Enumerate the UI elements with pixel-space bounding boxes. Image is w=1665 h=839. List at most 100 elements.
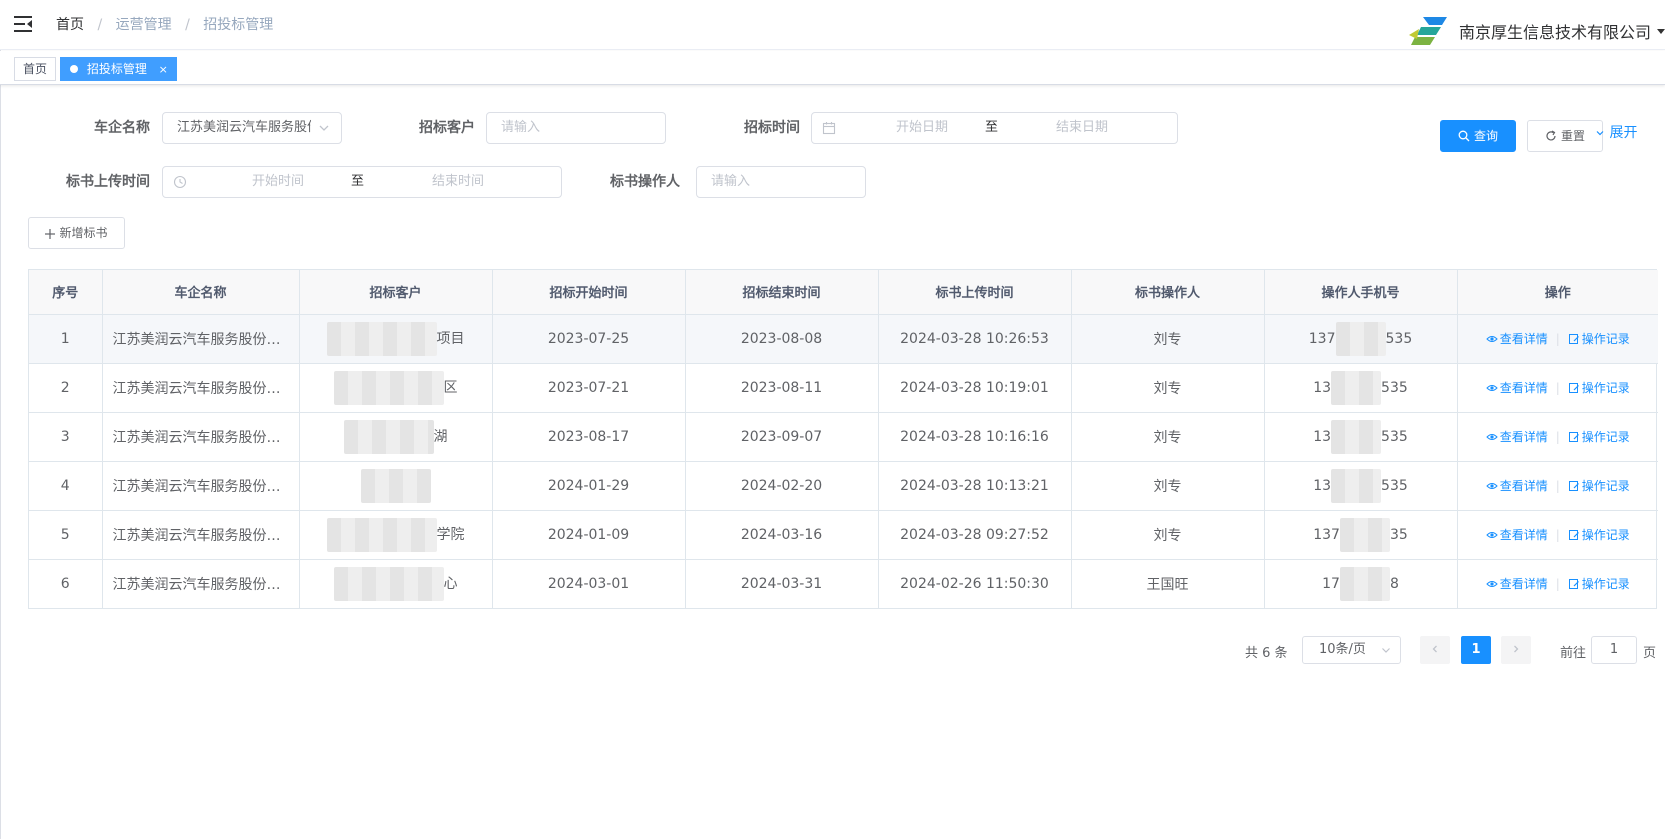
column-header: 标书操作人: [1071, 270, 1265, 315]
table-row: 6江苏美润云汽车服务股份有限公司 心 2024-03-012024-03-31202…: [29, 559, 1658, 608]
column-header: 招标结束时间: [685, 270, 879, 315]
prev-page-button[interactable]: [1420, 636, 1450, 664]
bid-date-range-picker[interactable]: 开始日期 至 结束日期: [811, 112, 1178, 144]
eye-icon: [1485, 385, 1498, 391]
breadcrumb-separator: /: [97, 17, 103, 33]
breadcrumb-home[interactable]: 首页: [56, 17, 84, 33]
operation-log-label: 操作记录: [1581, 381, 1630, 395]
operation-log-link[interactable]: 操作记录: [1568, 528, 1630, 542]
table-row: 5江苏美润云汽车服务股份有限公司 学院 2024-01-092024-03-1620…: [29, 510, 1658, 560]
view-details-label: 查看详情: [1499, 528, 1548, 542]
cell-phone-prefix: 13: [1313, 428, 1332, 445]
view-details-label: 查看详情: [1499, 430, 1548, 444]
cell-company: 江苏美润云汽车服务股份有限公司: [102, 363, 300, 413]
cell-phone-prefix: 137: [1308, 330, 1336, 347]
operation-log-label: 操作记录: [1581, 528, 1630, 542]
operation-log-label: 操作记录: [1581, 577, 1630, 592]
start-date-placeholder[interactable]: 开始日期: [872, 113, 972, 143]
time-range-separator: 至: [351, 174, 365, 189]
cell-operator: 刘专: [1071, 363, 1265, 413]
redacted-block: [1331, 370, 1382, 405]
expand-link-label: 展开: [1609, 125, 1638, 141]
view-details-link[interactable]: 查看详情: [1485, 577, 1548, 591]
operation-log-link[interactable]: 操作记录: [1568, 577, 1630, 591]
eye-icon: [1485, 532, 1498, 538]
cell-phone: 137 35: [1264, 510, 1458, 560]
operation-log-link[interactable]: 操作记录: [1568, 430, 1630, 444]
company-logo-icon: [1408, 17, 1447, 45]
add-bid-button[interactable]: 新增标书: [28, 217, 125, 249]
cell-phone-prefix: 13: [1313, 379, 1332, 396]
reset-button[interactable]: 重置: [1527, 120, 1603, 152]
tag-home[interactable]: 首页: [14, 57, 57, 81]
search-button[interactable]: 查询: [1440, 120, 1516, 152]
cell-actions: 查看详情 | 操作记录: [1457, 363, 1658, 413]
operation-log-label: 操作记录: [1581, 332, 1630, 346]
cell-start-date: 2023-07-21: [492, 363, 686, 413]
cell-phone-suffix: 35: [1389, 526, 1408, 543]
company-filter-label: 车企名称: [94, 120, 150, 136]
top-navbar: 首页 / 运营管理 / 招投标管理 南京厚生信息技术有限公司: [0, 0, 1665, 50]
chevron-down-icon: [319, 125, 329, 131]
edit-log-icon: [1568, 432, 1579, 442]
cell-index: 2: [29, 363, 103, 413]
column-header: 招标开始时间: [492, 270, 686, 315]
eye-icon: [1485, 581, 1498, 588]
redacted-block: [333, 370, 444, 405]
cell-end-date: 2024-03-16: [685, 510, 879, 560]
edit-log-icon: [1568, 579, 1579, 590]
start-time-placeholder[interactable]: 开始时间: [223, 167, 333, 197]
bids-table: 序号 车企名称 招标客户 招标开始时间 招标结束时间 标书上传时间 标书操作人 …: [28, 269, 1658, 609]
redacted-block: [1339, 566, 1390, 601]
tag-bidding-management[interactable]: 招投标管理 ×: [60, 57, 177, 81]
goto-page-input[interactable]: 1: [1591, 636, 1637, 664]
cell-upload-time: 2024-02-26 11:50:30: [878, 559, 1072, 608]
operation-log-link[interactable]: 操作记录: [1568, 381, 1630, 395]
cell-client: 学院: [299, 510, 493, 560]
cell-upload-time: 2024-03-28 10:19:01: [878, 363, 1072, 413]
clock-icon: [173, 175, 187, 189]
view-details-link[interactable]: 查看详情: [1485, 528, 1548, 542]
table-row: 3江苏美润云汽车服务股份有限公司 湖 2023-08-172023-09-07202…: [29, 412, 1658, 462]
end-time-placeholder[interactable]: 结束时间: [403, 167, 513, 197]
operation-log-link[interactable]: 操作记录: [1568, 332, 1630, 346]
upload-time-range-picker[interactable]: 开始时间 至 结束时间: [162, 166, 562, 198]
client-input[interactable]: 请输入: [486, 112, 666, 144]
calendar-icon: [822, 122, 836, 135]
cell-phone-suffix: 535: [1385, 330, 1413, 347]
cell-end-date: 2023-08-11: [685, 363, 879, 413]
view-details-label: 查看详情: [1499, 381, 1548, 395]
action-divider: |: [1555, 479, 1560, 493]
page-number-1[interactable]: 1: [1461, 636, 1491, 664]
operator-input[interactable]: 请输入: [696, 166, 866, 198]
client-filter-label: 招标客户: [419, 120, 475, 136]
table-row: 2江苏美润云汽车服务股份有限公司 区 2023-07-212023-08-11202…: [29, 363, 1658, 413]
view-details-link[interactable]: 查看详情: [1485, 479, 1548, 493]
expand-link[interactable]: 展开: [1595, 117, 1637, 149]
cell-client: 湖: [299, 412, 493, 462]
tag-active-label: 招投标管理: [86, 62, 147, 76]
view-details-link[interactable]: 查看详情: [1485, 381, 1548, 395]
redacted-block: [343, 419, 434, 454]
cell-operator: 王国旺: [1071, 559, 1265, 608]
cell-client-suffix: 区: [443, 379, 458, 396]
redacted-block: [1339, 517, 1390, 552]
cell-phone-suffix: 8: [1389, 575, 1399, 592]
cell-actions: 查看详情 | 操作记录: [1457, 412, 1658, 462]
hamburger-menu-icon[interactable]: [14, 16, 32, 32]
page-size-select[interactable]: 10条/页: [1302, 636, 1401, 664]
edit-log-icon: [1568, 334, 1579, 344]
end-date-placeholder[interactable]: 结束日期: [1032, 113, 1132, 143]
page-size-value: 10条/页: [1319, 642, 1366, 657]
cell-company: 江苏美润云汽车服务股份有限公司: [102, 461, 300, 511]
action-divider: |: [1555, 381, 1560, 395]
company-select[interactable]: 江苏美润云汽车服务股份有限公司: [162, 112, 342, 144]
company-dropdown[interactable]: 南京厚生信息技术有限公司: [1408, 14, 1665, 48]
next-page-button[interactable]: [1501, 636, 1531, 664]
view-details-link[interactable]: 查看详情: [1485, 332, 1548, 346]
view-details-link[interactable]: 查看详情: [1485, 430, 1548, 444]
chevron-down-icon: [1596, 131, 1604, 136]
operator-filter-label: 标书操作人: [610, 174, 680, 190]
tag-close-icon[interactable]: ×: [159, 63, 168, 76]
operation-log-link[interactable]: 操作记录: [1568, 479, 1630, 493]
